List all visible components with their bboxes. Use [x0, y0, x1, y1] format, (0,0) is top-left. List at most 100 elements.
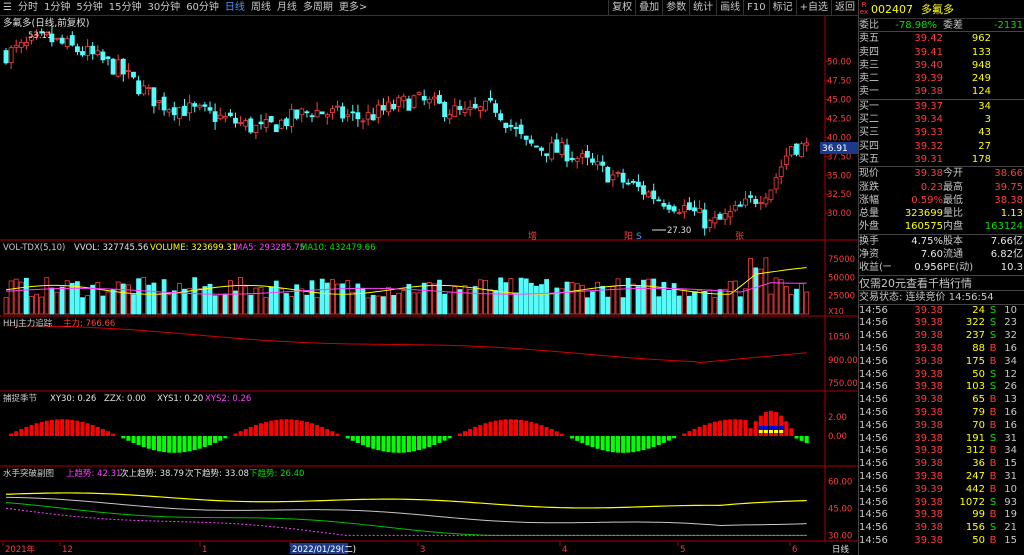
- period-tab[interactable]: 30分钟: [144, 0, 183, 16]
- volume-bar: [151, 282, 157, 315]
- season-signal: [769, 426, 773, 430]
- ask-book: 卖五 39.42 962 卖四 39.41 133 卖三 39.40 948 卖二 39.39 249…: [859, 32, 1024, 100]
- period-tab[interactable]: 多周期: [300, 0, 336, 16]
- volume-bar: [39, 296, 45, 315]
- order-ratio-row: 委比 -78.98% 委差 -2131: [859, 20, 1024, 33]
- tick-row: 14:56 39.38 79 B 16: [859, 407, 1017, 419]
- candle: [59, 37, 65, 44]
- volume-bar: [799, 283, 804, 315]
- ask-row[interactable]: 卖四 39.41 133: [859, 46, 1024, 59]
- price-tick: 50.00: [827, 57, 851, 67]
- bid-row[interactable]: 买三 39.33 43: [859, 126, 1024, 139]
- season-bar: [197, 436, 202, 449]
- tick-row: 14:56 39.38 70 B 16: [859, 419, 1017, 431]
- volume-bar: [8, 280, 14, 315]
- ask-row[interactable]: 卖五 39.42 962: [859, 32, 1024, 45]
- volume-bar: [615, 278, 621, 315]
- season-bar: [274, 419, 279, 436]
- bid-row[interactable]: 买五 39.31 178: [859, 153, 1024, 166]
- season-bar: [401, 436, 406, 453]
- toolbar-button[interactable]: 标记: [768, 0, 796, 16]
- tick-row: 14:56 39.38 103 S 26: [859, 381, 1017, 393]
- volume-bar: [126, 284, 131, 315]
- candle: [442, 101, 448, 118]
- chart-area[interactable]: 50.00 47.50 45.00 42.50 40.00 37.50 35.00 32.50…: [0, 16, 858, 555]
- volume-bar: [620, 297, 626, 315]
- date-label: 12: [62, 545, 73, 555]
- tick-row: 14:56 39.38 88 B 16: [859, 343, 1017, 355]
- period-tab[interactable]: 月线: [274, 0, 300, 16]
- period-tab[interactable]: 5分钟: [73, 0, 105, 16]
- toolbar-button[interactable]: 画线: [716, 0, 743, 16]
- candle: [284, 118, 289, 127]
- season-bar: [269, 420, 274, 436]
- volume-bar: [539, 284, 544, 315]
- volume-bar: [431, 283, 437, 315]
- bid-row[interactable]: 买二 39.34 3: [859, 113, 1024, 126]
- ask-row[interactable]: 卖一 39.38 124: [859, 85, 1024, 98]
- season-bar: [310, 423, 314, 436]
- candle: [278, 119, 284, 129]
- toolbar-button[interactable]: 统计: [689, 0, 716, 16]
- kline-charts[interactable]: 50.0047.5045.0042.5040.0037.5035.0032.50…: [0, 16, 858, 555]
- toolbar-button[interactable]: +自选: [795, 0, 831, 16]
- period-tab[interactable]: 分时: [15, 0, 41, 16]
- toolbar-button[interactable]: 叠加: [635, 0, 662, 16]
- candle: [610, 174, 616, 181]
- vol-title: VOL-TDX(5,10): [3, 243, 65, 253]
- candle: [462, 108, 468, 113]
- price-tick: 32.50: [827, 190, 851, 200]
- candle: [120, 58, 126, 75]
- level2-notice[interactable]: 仅需20元查看千档行情: [859, 276, 1024, 291]
- volume-bar: [702, 290, 708, 315]
- bid-row[interactable]: 买四 39.32 27: [859, 140, 1024, 153]
- period-tab[interactable]: 周线: [248, 0, 274, 16]
- date-label: 4: [562, 545, 567, 555]
- period-tab[interactable]: 1分钟: [41, 0, 73, 16]
- menu-icon[interactable]: ☰: [0, 0, 15, 16]
- season-bar: [534, 423, 539, 436]
- tick-list[interactable]: 14:56 39.38 24 S 10 14:56 39.38 322 S 23 14:56 39.3…: [859, 305, 1024, 548]
- volume-bar: [763, 257, 769, 315]
- candle: [564, 144, 570, 162]
- volume-bar: [29, 295, 34, 315]
- candle: [335, 105, 340, 108]
- toolbar-button[interactable]: 复权: [608, 0, 635, 16]
- volume-bar: [636, 286, 641, 315]
- ask-row[interactable]: 卖三 39.40 948: [859, 59, 1024, 72]
- volume-bar: [329, 279, 335, 315]
- season-bar: [600, 436, 605, 451]
- volume-bar: [518, 277, 524, 315]
- candle: [182, 105, 187, 116]
- volume-bar: [238, 277, 244, 315]
- volume-bar: [268, 286, 274, 315]
- toolbar-button[interactable]: F10: [743, 0, 768, 16]
- candle: [692, 207, 697, 212]
- candle: [625, 182, 631, 185]
- volume-bar: [625, 277, 631, 315]
- period-tab[interactable]: 60分钟: [183, 0, 222, 16]
- period-tab[interactable]: 更多>: [336, 0, 370, 16]
- season-signal: [763, 426, 768, 430]
- candle: [8, 47, 14, 64]
- toolbar-button[interactable]: 返回: [831, 0, 858, 16]
- ask-row[interactable]: 卖二 39.39 249: [859, 72, 1024, 85]
- volume-bar: [503, 282, 509, 315]
- date-label: 1: [202, 545, 207, 555]
- season-bar: [417, 436, 422, 451]
- toolbar-button[interactable]: 参数: [662, 0, 689, 16]
- candle: [197, 104, 203, 108]
- season-bar: [192, 436, 197, 451]
- candle: [758, 202, 764, 204]
- season-bar: [350, 436, 355, 441]
- season-bar: [376, 436, 381, 451]
- hh-title: HHJ主力追踪: [3, 318, 53, 329]
- period-tab[interactable]: 日线: [222, 0, 248, 16]
- period-tab[interactable]: 15分钟: [106, 0, 145, 16]
- candle: [528, 139, 534, 144]
- bs-xy30: XY30: 0.26: [50, 394, 96, 404]
- season-bar: [361, 436, 365, 446]
- season-bar: [605, 436, 610, 452]
- bid-row[interactable]: 买一 39.37 34: [859, 100, 1024, 113]
- vol-volume: VOLUME: 323699.31: [150, 243, 237, 253]
